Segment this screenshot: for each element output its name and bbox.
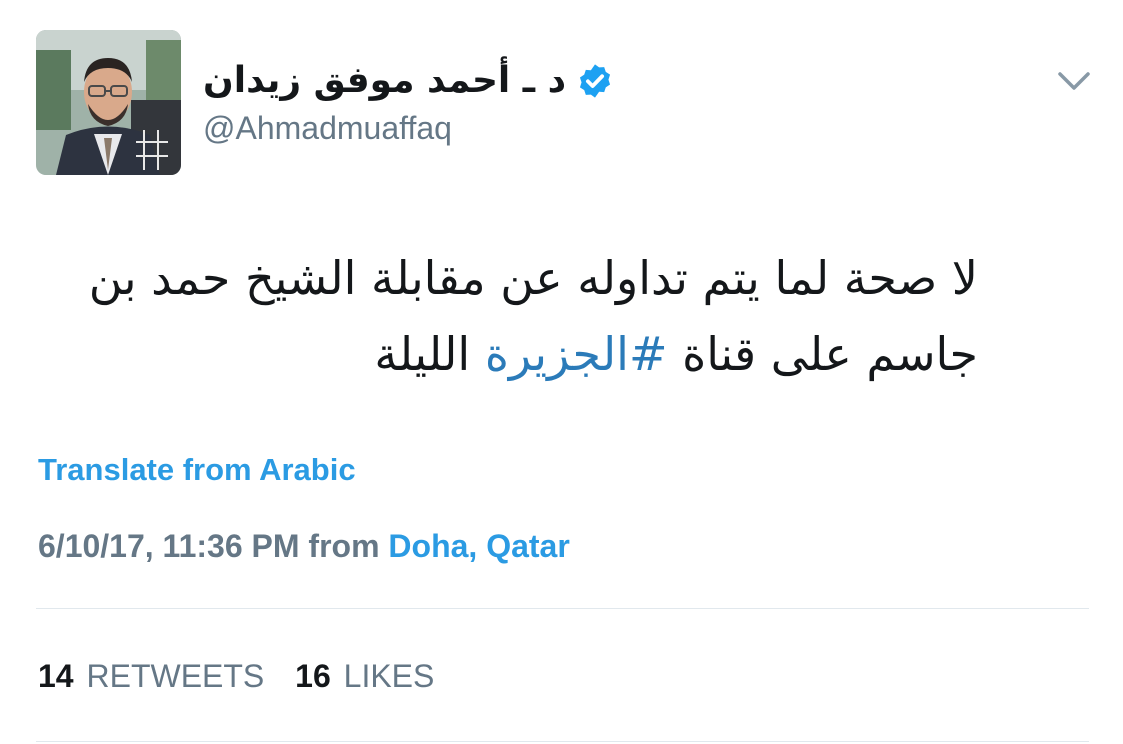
likes-stat[interactable]: 16 LIKES bbox=[295, 654, 434, 698]
likes-count: 16 bbox=[295, 658, 331, 694]
divider bbox=[36, 608, 1089, 609]
author-display-name[interactable]: د ـ أحمد موفق زيدان bbox=[203, 56, 566, 106]
divider bbox=[36, 741, 1089, 742]
author-name-row[interactable]: د ـ أحمد موفق زيدان bbox=[203, 56, 614, 106]
tweet-text-line-1: لا صحة لما يتم تداوله عن مقابلة الشيخ حم… bbox=[88, 251, 978, 305]
retweets-stat[interactable]: 14 RETWEETS bbox=[38, 654, 264, 698]
retweets-count: 14 bbox=[38, 658, 74, 694]
likes-label: LIKES bbox=[343, 658, 435, 694]
hashtag-link[interactable]: #الجزيرة bbox=[485, 327, 668, 381]
location-link[interactable]: Doha, Qatar bbox=[388, 528, 569, 564]
tweet-stats: 14 RETWEETS 16 LIKES bbox=[38, 654, 456, 698]
translate-link[interactable]: Translate from Arabic bbox=[38, 448, 356, 492]
verified-badge-icon bbox=[576, 62, 614, 100]
tweet-meta: 6/10/17, 11:36 PM from Doha, Qatar bbox=[38, 524, 570, 568]
retweets-label: RETWEETS bbox=[86, 658, 265, 694]
author-handle[interactable]: @Ahmadmuaffaq bbox=[203, 106, 452, 150]
tweet-detail: د ـ أحمد موفق زيدان @Ahmadmuaffaq لا صحة… bbox=[0, 0, 1123, 744]
from-label: from bbox=[308, 528, 380, 564]
avatar[interactable] bbox=[36, 30, 181, 175]
chevron-down-icon[interactable] bbox=[1052, 62, 1096, 102]
tweet-text-line-2-prefix: جاسم على قناة bbox=[667, 327, 978, 381]
avatar-image bbox=[36, 30, 181, 175]
tweet-text-line-2-suffix: الليلة bbox=[374, 327, 485, 381]
tweet-text-line-2: جاسم على قناة #الجزيرة الليلة bbox=[36, 316, 978, 392]
tweet-timestamp[interactable]: 6/10/17, 11:36 PM bbox=[38, 528, 300, 564]
tweet-text: لا صحة لما يتم تداوله عن مقابلة الشيخ حم… bbox=[36, 240, 978, 392]
